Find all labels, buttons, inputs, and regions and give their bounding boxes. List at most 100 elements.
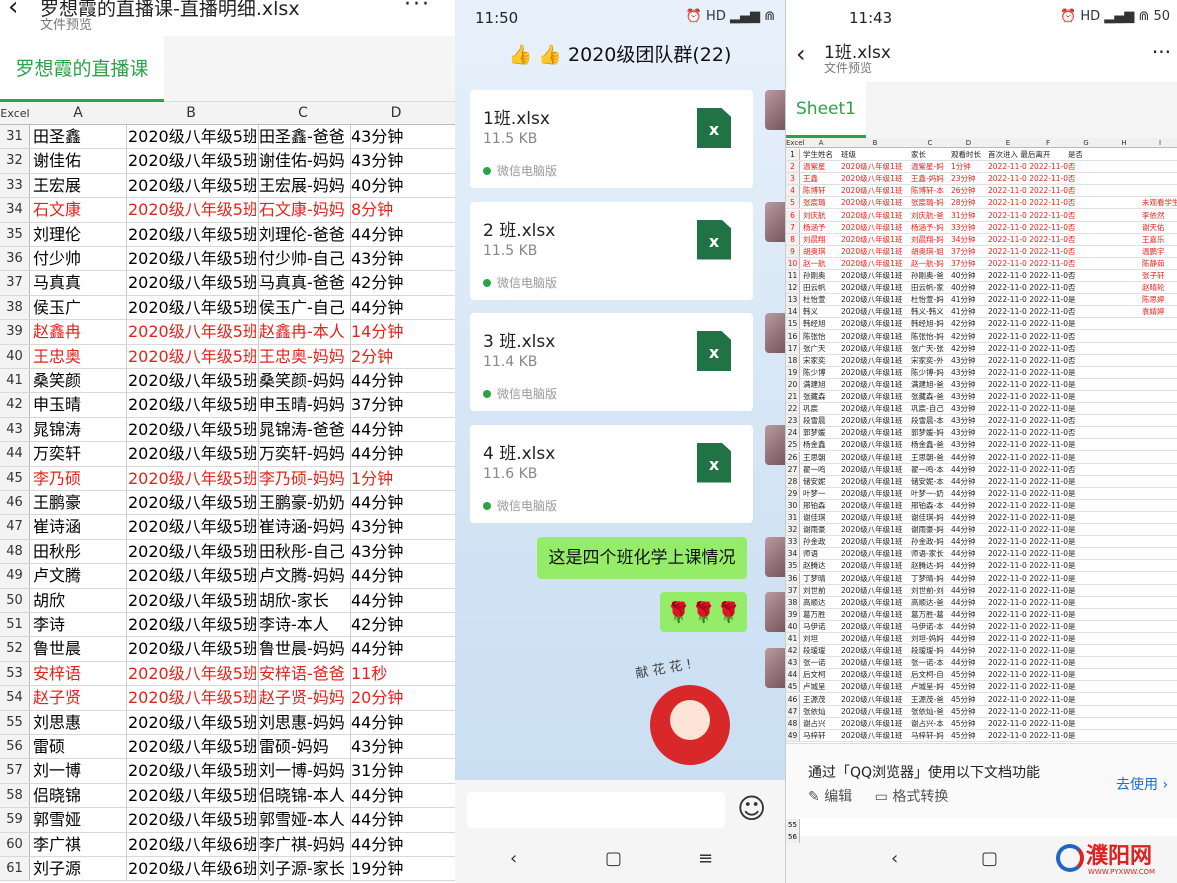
cell-g[interactable]: 是 xyxy=(1068,379,1082,391)
table-row[interactable]: 36 付少帅 2020级八年级5班 付少帅-自己 43分钟 xyxy=(0,247,455,272)
cell-e[interactable]: 2022-11-0 2022-11-0 xyxy=(988,573,1068,585)
cell-c[interactable]: 陈少博-妈 xyxy=(911,367,949,379)
cell-c[interactable]: 雷硕-妈妈 xyxy=(258,735,348,759)
cell-a[interactable]: 储安妮 xyxy=(803,476,839,488)
cell-d[interactable]: 44分钟 xyxy=(350,588,442,613)
cell-b[interactable]: 2020级八年级5班 xyxy=(126,564,256,589)
cell-e[interactable]: 2022-11-0 2022-11-0 xyxy=(988,258,1068,270)
cell-a[interactable]: 晁锦涛 xyxy=(33,418,123,442)
cell-a[interactable]: 郭梦媛 xyxy=(803,427,839,439)
cell-c[interactable]: 杨涵予-妈 xyxy=(911,222,949,234)
cell-e[interactable]: 2022-11-0 2022-11-0 xyxy=(988,270,1068,282)
cell-d[interactable]: 26分钟 xyxy=(951,185,986,197)
cell-c[interactable]: 胡欣-家长 xyxy=(258,588,348,613)
cell-g[interactable]: 是 xyxy=(1068,573,1082,585)
cell-c[interactable]: 卢城呈-妈 xyxy=(911,681,949,693)
cell-g[interactable]: 是 xyxy=(1068,512,1082,524)
cell-d[interactable]: 37分钟 xyxy=(350,393,442,418)
cell-c[interactable]: 石文康-妈妈 xyxy=(258,198,348,223)
cell-c[interactable]: 刘坦-妈妈 xyxy=(911,633,949,645)
cell-c[interactable]: 王源茂-爸 xyxy=(911,694,949,706)
cell-d[interactable]: 44分钟 xyxy=(350,710,442,735)
table-row[interactable]: 46 王源茂 2020级八年级1班 王源茂-爸 45分钟 2022-11-0 2022-1… xyxy=(786,693,1177,706)
cell-c[interactable]: 郭梦媛-妈 xyxy=(911,427,949,439)
cell-c[interactable]: 王忠奥-妈妈 xyxy=(258,344,348,369)
cell-d[interactable]: 44分钟 xyxy=(951,548,986,560)
column-header-2[interactable]: B xyxy=(841,139,909,147)
cell-e[interactable]: 2022-11-0 2022-11-0 xyxy=(988,597,1068,609)
cell-c[interactable]: 张宸璐-妈 xyxy=(911,197,949,209)
cell-c[interactable]: 段雪晨-本 xyxy=(911,415,949,427)
cell-b[interactable]: 2020级八年级5班 xyxy=(126,369,256,393)
cell-c[interactable]: 韩经旭-妈 xyxy=(911,318,949,330)
table-row[interactable]: 45 李乃硕 2020级八年级5班 李乃硕-妈妈 1分钟 xyxy=(0,466,455,491)
cell-c[interactable]: 张依灿-爸 xyxy=(911,706,949,718)
table-row[interactable]: 45 卢城呈 2020级八年级1班 卢城呈-妈 45分钟 2022-11-0 2022-1… xyxy=(786,681,1177,694)
cell-d[interactable]: 43分钟 xyxy=(951,427,986,439)
cell-e[interactable]: 2022-11-0 2022-11-0 xyxy=(988,464,1068,476)
cell-b[interactable]: 2020级八年级1班 xyxy=(841,597,909,609)
cell-d[interactable]: 34分钟 xyxy=(951,234,986,246)
cell-d[interactable]: 44分钟 xyxy=(350,491,442,515)
more-menu-button[interactable]: ··· xyxy=(1152,40,1171,64)
cell-g[interactable]: 是 xyxy=(1068,403,1082,415)
cell-g[interactable]: 是 xyxy=(1068,730,1082,742)
table-row[interactable]: 42 段瑷瑷 2020级八年级1班 段瑷瑷-妈 44分钟 2022-11-0 2022-1… xyxy=(786,645,1177,658)
cell-a[interactable]: 王思朝 xyxy=(803,452,839,464)
cell-a[interactable]: 翟一鸣 xyxy=(803,464,839,476)
cell-a[interactable]: 万奕轩 xyxy=(33,442,123,466)
cell-e[interactable]: 2022-11-0 2022-11-0 xyxy=(988,609,1068,621)
table-row[interactable]: 41 刘坦 2020级八年级1班 刘坦-妈妈 44分钟 2022-11-0 2022-11… xyxy=(786,633,1177,646)
cell-c[interactable]: 刘世前-刘 xyxy=(911,585,949,597)
cell-g[interactable]: 是 xyxy=(1068,500,1082,512)
cell-a[interactable]: 田秋彤 xyxy=(33,540,123,564)
cell-d[interactable]: 45分钟 xyxy=(951,706,986,718)
sticker-message[interactable]: 献 花 花 ! xyxy=(634,657,745,770)
cell-b[interactable]: 2020级八年级5班 xyxy=(126,466,256,491)
more-menu-button[interactable]: ··· xyxy=(404,0,431,17)
cell-i[interactable]: 未观看学生 xyxy=(1142,197,1177,209)
cell-a[interactable]: 韩义 xyxy=(803,306,839,318)
column-header-7[interactable]: G xyxy=(1068,139,1104,147)
cell-c[interactable]: 晁锦涛-爸爸 xyxy=(258,417,348,442)
table-row[interactable]: 16 陈张怡 2020级八年级1班 陈张怡-妈 42分钟 2022-11-0 2022-1… xyxy=(786,330,1177,343)
table-row[interactable]: 35 赵腾达 2020级八年级1班 赵腾达-妈 44分钟 2022-11-0 2022-1… xyxy=(786,560,1177,573)
cell-d[interactable]: 43分钟 xyxy=(350,247,442,271)
cell-b[interactable]: 2020级八年级1班 xyxy=(841,403,909,415)
table-row[interactable]: 21 张藏森 2020级八年级1班 张藏森-爸 43分钟 2022-11-0 2022-1… xyxy=(786,391,1177,404)
cell-b[interactable]: 2020级八年级6班 xyxy=(126,832,256,857)
cell-b[interactable]: 2020级八年级5班 xyxy=(126,515,256,540)
cell-d[interactable]: 41分钟 xyxy=(951,306,986,318)
cell-a[interactable]: 刘世前 xyxy=(803,585,839,597)
cell-g[interactable]: 是 xyxy=(1068,694,1082,706)
cell-b[interactable]: 2020级八年级5班 xyxy=(126,783,256,808)
cell-b[interactable]: 2020级八年级5班 xyxy=(126,710,256,735)
cell-g[interactable]: 否 xyxy=(1068,464,1082,476)
cell-g[interactable]: 否 xyxy=(1068,197,1082,209)
cell-b[interactable]: 2020级八年级1班 xyxy=(841,415,909,427)
cell-c[interactable]: 鲁世晨-妈妈 xyxy=(258,637,348,662)
avatar[interactable] xyxy=(765,648,785,688)
cell-b[interactable]: 2020级八年级5班 xyxy=(126,271,256,296)
cell-b[interactable]: 2020级八年级1班 xyxy=(841,210,909,222)
cell-a[interactable]: 段瑷瑷 xyxy=(803,645,839,657)
cell-a[interactable]: 郭雪娅 xyxy=(33,808,123,832)
cell-e[interactable]: 2022-11-0 2022-11-0 xyxy=(988,536,1068,548)
cell-d[interactable]: 44分钟 xyxy=(951,573,986,585)
cell-d[interactable]: 42分钟 xyxy=(350,271,442,296)
cell-b[interactable]: 2020级八年级1班 xyxy=(841,294,909,306)
table-row[interactable]: 38 高顺达 2020级八年级1班 高顺达-爸 44分钟 2022-11-0 2022-1… xyxy=(786,596,1177,609)
cell-e[interactable]: 2022-11-0 2022-11-0 xyxy=(988,306,1068,318)
cell-i[interactable]: 张子轩 xyxy=(1142,270,1177,282)
cell-b[interactable]: 2020级八年级1班 xyxy=(841,331,909,343)
cell-i[interactable]: 陈静茹 xyxy=(1142,258,1177,270)
cell-d[interactable]: 37分钟 xyxy=(951,246,986,258)
cell-b[interactable]: 2020级八年级1班 xyxy=(841,560,909,572)
cell-c[interactable]: 巩宸-自己 xyxy=(911,403,949,415)
table-row[interactable]: 31 田圣鑫 2020级八年级5班 田圣鑫-爸爸 43分钟 xyxy=(0,125,455,150)
promo-use-button[interactable]: 去使用 › xyxy=(1116,774,1168,794)
cell-b[interactable]: 2020级八年级1班 xyxy=(841,391,909,403)
cell-d[interactable]: 43分钟 xyxy=(350,735,442,759)
promo-convert[interactable]: 格式转换 xyxy=(892,789,948,805)
cell-e[interactable]: 2022-11-0 2022-11-0 xyxy=(988,222,1068,234)
